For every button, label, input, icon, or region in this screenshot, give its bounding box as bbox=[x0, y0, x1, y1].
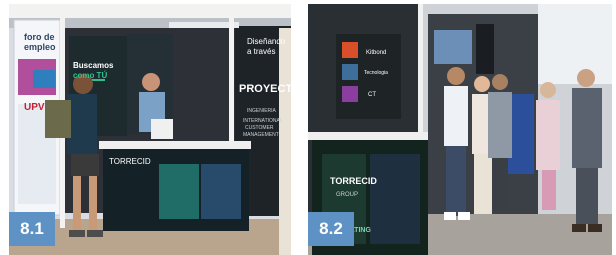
tile-brand-1-text: Kitbond bbox=[366, 50, 386, 56]
buscamos-text-2: como TÚ bbox=[73, 71, 107, 80]
ingenieria-text: INGENIERIA bbox=[247, 108, 277, 114]
figure-label-badge: 8.1 bbox=[9, 212, 55, 246]
management-text: MANAGEMENT bbox=[243, 132, 279, 138]
disenando-text-2: a través bbox=[247, 47, 275, 56]
photo-stand-8-2: Kitbond Tecnologia CT TORRECID GROUP INN… bbox=[308, 4, 612, 255]
proyecta-text: PROYECTA bbox=[239, 83, 291, 95]
disenando-text-1: Diseñando bbox=[247, 37, 286, 46]
counter-logo-text-2: TORRECID bbox=[330, 176, 377, 186]
international-text: INTERNATIONAL bbox=[243, 118, 283, 124]
counter-sub-text: GROUP bbox=[336, 192, 358, 198]
upv-text: UPV bbox=[24, 102, 45, 113]
counter-logo-text: TORRECID bbox=[109, 157, 151, 166]
customer-text: CUSTOMER bbox=[245, 125, 274, 131]
tile-brand-2-text: Tecnologia bbox=[364, 70, 388, 76]
buscamos-text-1: Buscamos bbox=[73, 61, 114, 70]
photo-stand-8-1: foro de empleo UPV Buscamos como TÚ Dise… bbox=[9, 4, 291, 255]
foro-text-2: empleo bbox=[24, 42, 56, 52]
figure-label-badge: 8.2 bbox=[308, 212, 354, 246]
foro-text-1: foro de bbox=[24, 32, 55, 42]
tile-brand-3-text: CT bbox=[368, 92, 376, 98]
